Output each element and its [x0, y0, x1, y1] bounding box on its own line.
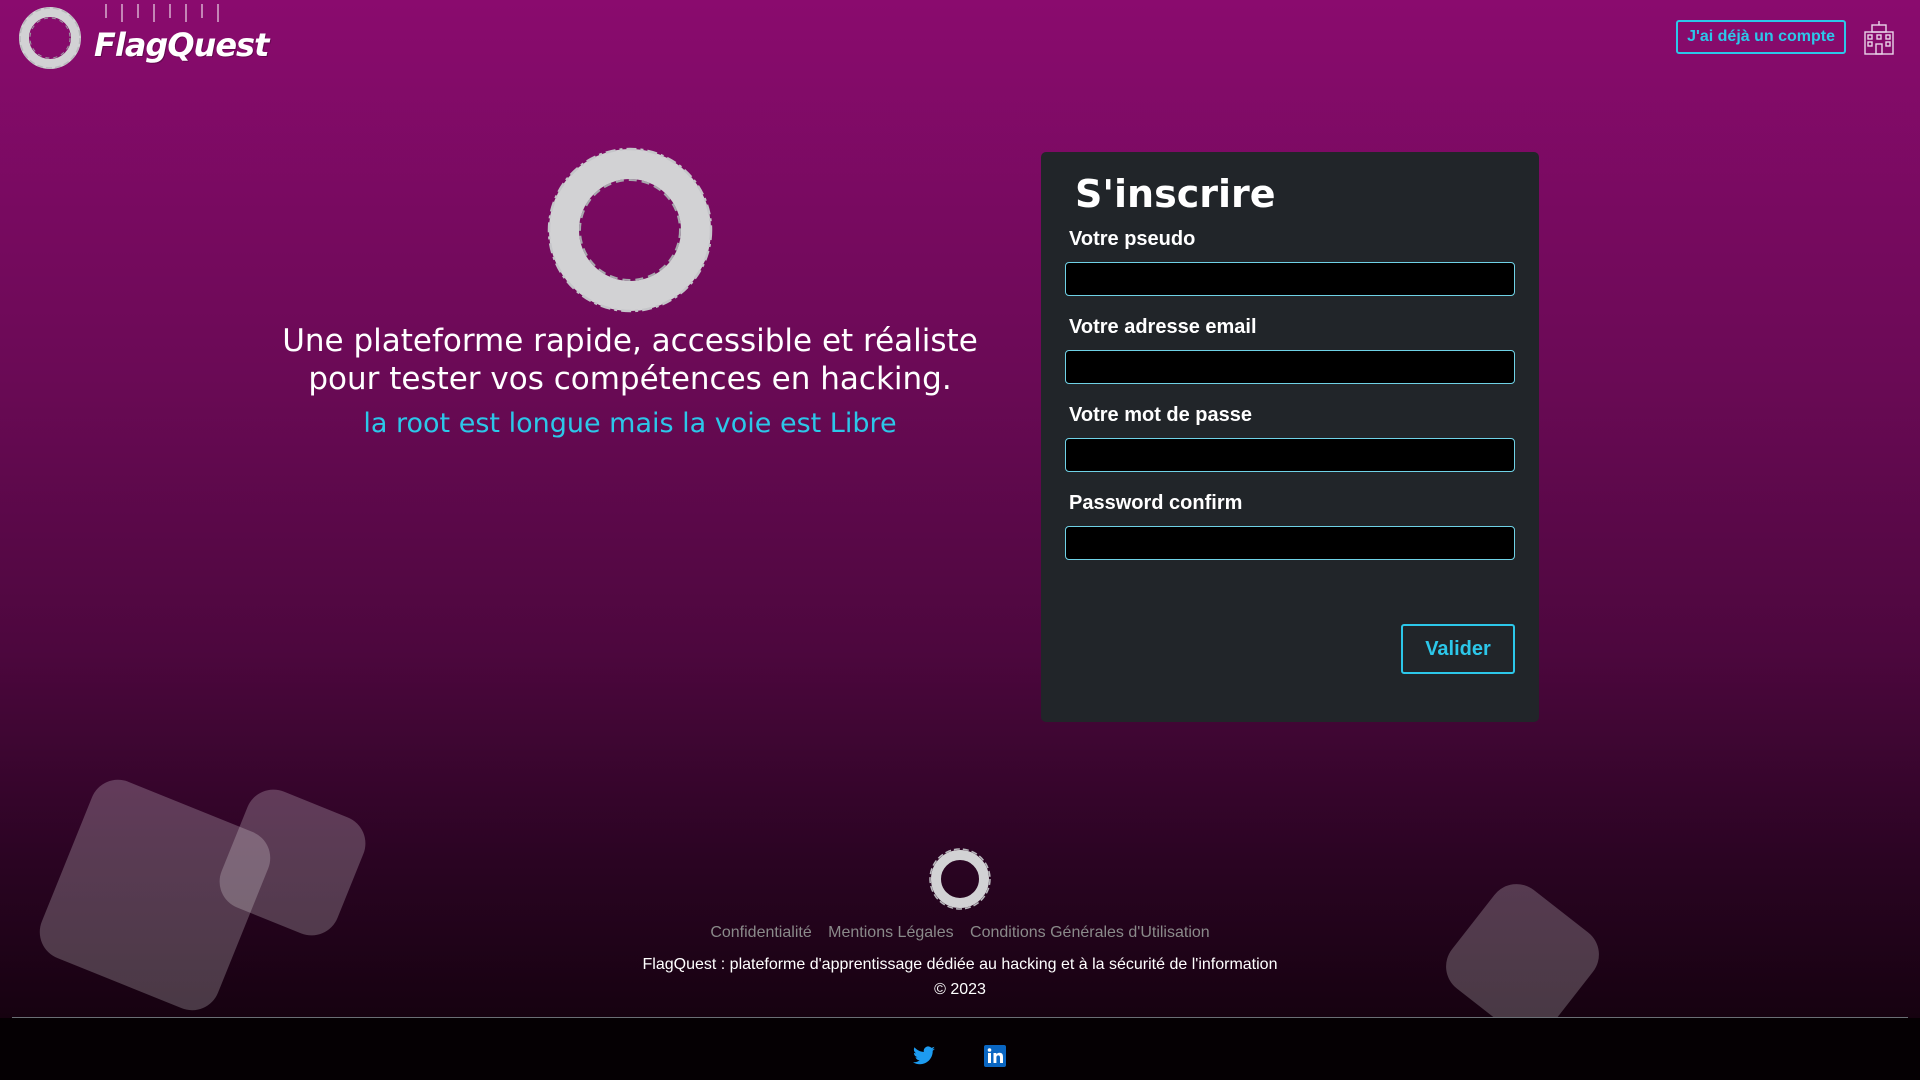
hero-title-line1: Une plateforme rapide, accessible et réa…	[282, 323, 978, 359]
pseudo-label: Votre pseudo	[1069, 228, 1196, 250]
twitter-icon[interactable]	[912, 1044, 936, 1068]
password-confirm-input[interactable]	[1065, 526, 1515, 560]
pseudo-input[interactable]	[1065, 262, 1515, 296]
email-input[interactable]	[1065, 350, 1515, 384]
header: FlagQuest J'ai déjà un compte	[0, 0, 1920, 80]
flagquest-logo-icon	[19, 7, 81, 69]
password-input[interactable]	[1065, 438, 1515, 472]
building-icon[interactable]	[1862, 20, 1896, 56]
hanging-flags-decoration	[105, 4, 219, 22]
footer-description: FlagQuest : plateforme d'apprentissage d…	[642, 956, 1278, 973]
flagquest-hero-logo-icon	[547, 147, 713, 313]
hero-tagline: la root est longue mais la voie est Libr…	[363, 408, 897, 439]
terms-link[interactable]: Conditions Générales d'Utilisation	[970, 924, 1210, 941]
submit-button[interactable]: Valider	[1401, 624, 1515, 674]
email-label: Votre adresse email	[1069, 316, 1257, 338]
footer-links: Confidentialité Mentions Légales Conditi…	[560, 924, 1360, 942]
form-title: S'inscrire	[1075, 172, 1276, 216]
login-button[interactable]: J'ai déjà un compte	[1676, 20, 1846, 54]
password-confirm-label: Password confirm	[1069, 492, 1243, 514]
signup-form: S'inscrire Votre pseudo Votre adresse em…	[1041, 152, 1539, 722]
brand-home-link[interactable]: FlagQuest	[18, 4, 269, 70]
hero-title-line2: pour tester vos compétences en hacking.	[308, 361, 952, 397]
privacy-link[interactable]: Confidentialité	[710, 924, 811, 941]
password-label: Votre mot de passe	[1069, 404, 1253, 426]
footer-copyright: © 2023	[934, 981, 986, 998]
social-bar	[0, 1018, 1920, 1080]
legal-notice-link[interactable]: Mentions Légales	[828, 924, 953, 941]
flagquest-footer-logo-icon	[929, 848, 991, 910]
linkedin-icon[interactable]	[983, 1044, 1007, 1068]
hero-title: Une plateforme rapide, accessible et réa…	[260, 322, 1000, 398]
